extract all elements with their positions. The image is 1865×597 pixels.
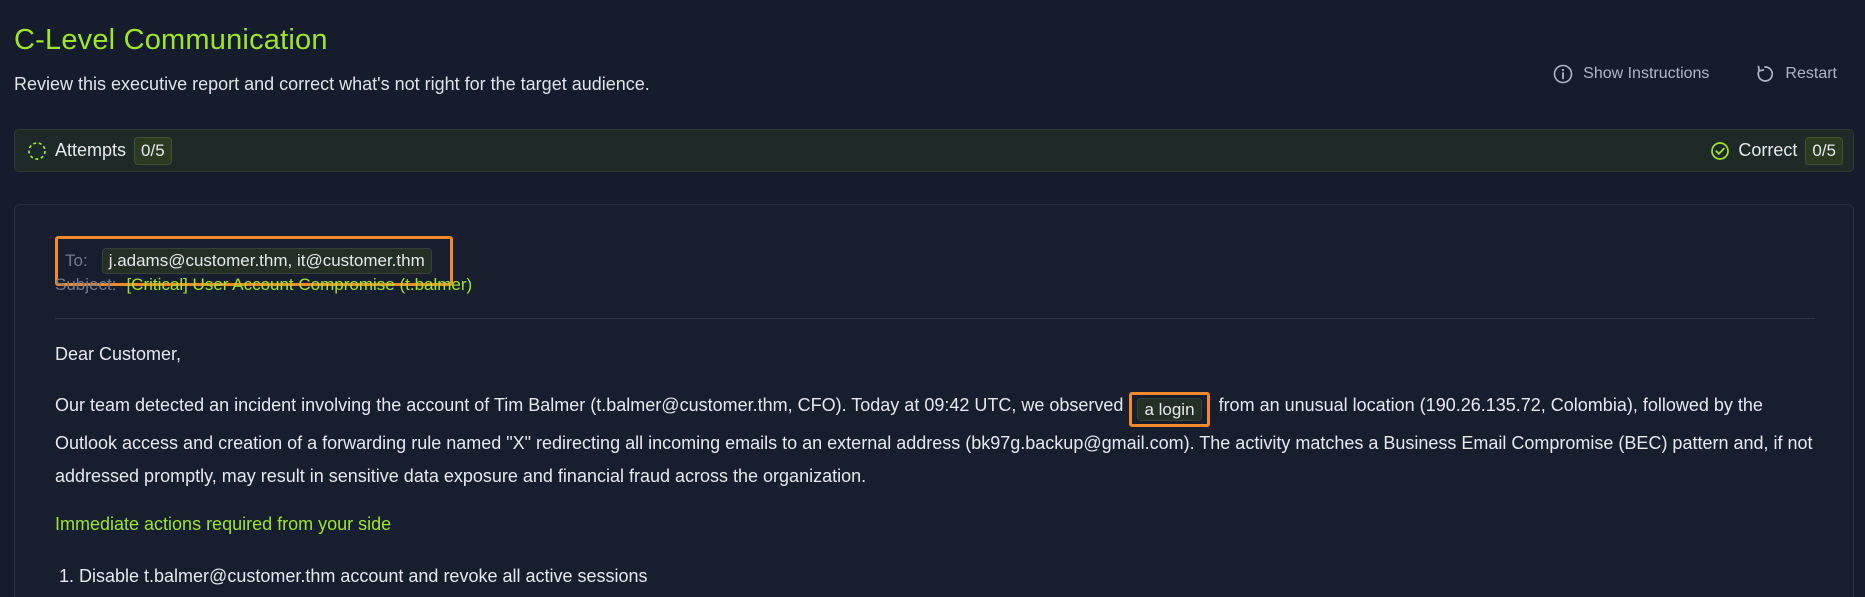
check-circle-icon [1710, 141, 1730, 161]
attempts-label: Attempts [55, 140, 127, 160]
page-subtitle: Review this executive report and correct… [14, 74, 650, 94]
restart-label: Restart [1785, 65, 1837, 82]
to-recipients-chip[interactable]: j.adams@customer.thm, it@customer.thm [101, 248, 432, 274]
stats-bar: Attempts 0/5 Correct 0/5 [14, 129, 1854, 172]
email-greeting: Dear Customer, [55, 344, 182, 364]
restart-button[interactable]: Restart [1755, 64, 1837, 84]
correct-stat: Correct 0/5 [1710, 136, 1843, 165]
action-list: Disable t.balmer@customer.thm account an… [55, 566, 1825, 587]
page-title: C-Level Communication [14, 24, 328, 56]
login-highlight[interactable]: a login [1129, 392, 1210, 427]
page: C-Level Communication Review this execut… [0, 0, 1865, 597]
login-chip[interactable]: a login [1137, 398, 1202, 421]
header-divider [55, 318, 1815, 319]
subject-label: Subject: [55, 275, 117, 294]
email-subject-row: Subject: [Critical] User Account Comprom… [55, 275, 472, 295]
attempts-badge: 0/5 [134, 136, 172, 165]
correct-label: Correct [1738, 140, 1798, 160]
subject-value: [Critical] User Account Compromise (t.ba… [126, 275, 473, 294]
email-card: To: j.adams@customer.thm, it@customer.th… [14, 204, 1854, 597]
email-paragraph: Our team detected an incident involving … [55, 389, 1825, 492]
show-instructions-button[interactable]: Show Instructions [1553, 64, 1709, 84]
paragraph-text-before: Our team detected an incident involving … [55, 395, 1124, 415]
attempts-stat: Attempts 0/5 [27, 136, 172, 165]
dashed-circle-icon [27, 141, 47, 161]
restart-icon [1755, 64, 1775, 84]
show-instructions-label: Show Instructions [1583, 65, 1710, 82]
info-icon [1553, 64, 1573, 84]
list-item: Disable t.balmer@customer.thm account an… [79, 566, 1825, 587]
top-actions: Show Instructions Restart [1553, 64, 1837, 84]
to-label: To: [65, 251, 88, 270]
actions-heading: Immediate actions required from your sid… [55, 514, 392, 534]
correct-badge: 0/5 [1805, 136, 1843, 165]
